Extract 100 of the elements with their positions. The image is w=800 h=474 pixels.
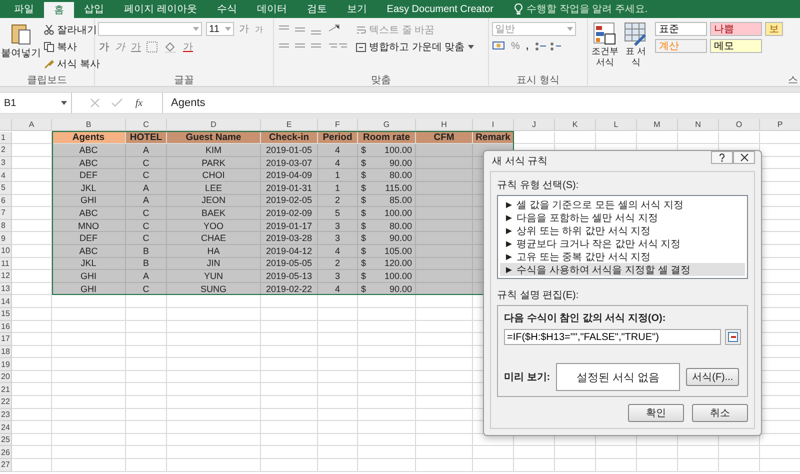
tell-me-field[interactable]: 수행할 작업을 알려 주세요. <box>522 0 680 18</box>
comma-button[interactable]: , <box>524 40 530 52</box>
empty-cell[interactable] <box>358 333 416 346</box>
empty-cell[interactable] <box>126 295 167 308</box>
empty-cell[interactable] <box>126 383 167 396</box>
empty-cell[interactable] <box>261 434 318 446</box>
empty-cell[interactable] <box>358 408 416 422</box>
format-painter-button[interactable]: 서식 복사 <box>42 56 102 72</box>
close-button[interactable] <box>733 151 755 164</box>
column-header[interactable]: F <box>318 119 358 131</box>
rule-type-item[interactable]: ► 다음을 포함하는 셀만 서식 지정 <box>500 211 745 224</box>
empty-cell[interactable] <box>167 346 261 358</box>
row-header[interactable]: 23 <box>0 408 12 422</box>
font-size-field[interactable]: 11 <box>206 22 234 36</box>
empty-cell[interactable] <box>52 396 126 409</box>
empty-cell[interactable] <box>261 346 318 358</box>
column-header[interactable]: O <box>719 119 760 131</box>
ok-button[interactable]: 확인 <box>628 404 684 422</box>
empty-cell[interactable] <box>637 446 678 460</box>
empty-cell[interactable] <box>52 320 126 334</box>
empty-cell[interactable] <box>416 358 473 371</box>
empty-cell[interactable] <box>416 434 473 446</box>
name-box[interactable]: B1 <box>0 93 72 113</box>
row-header[interactable]: 7 <box>0 207 12 220</box>
empty-cell[interactable] <box>678 132 719 144</box>
rule-type-item[interactable]: ► 수식을 사용하여 서식을 지정할 셀 결정 <box>500 263 745 276</box>
row-header[interactable]: 18 <box>0 346 12 358</box>
empty-cell[interactable] <box>358 396 416 409</box>
empty-cell[interactable] <box>126 446 167 460</box>
empty-cell[interactable] <box>126 346 167 358</box>
empty-cell[interactable] <box>261 459 318 472</box>
empty-cell[interactable] <box>514 446 555 460</box>
help-button[interactable] <box>711 151 733 164</box>
empty-cell[interactable] <box>167 421 261 434</box>
empty-cell[interactable] <box>318 434 358 446</box>
empty-cell[interactable] <box>637 132 678 144</box>
empty-cell[interactable] <box>416 383 473 396</box>
range-picker-button[interactable] <box>725 329 741 345</box>
empty-cell[interactable] <box>261 370 318 384</box>
empty-cell[interactable] <box>261 333 318 346</box>
column-header[interactable]: L <box>596 119 637 131</box>
empty-cell[interactable] <box>126 396 167 409</box>
column-header[interactable]: C <box>126 119 167 131</box>
empty-cell[interactable] <box>416 346 473 358</box>
empty-cell[interactable] <box>318 459 358 472</box>
empty-cell[interactable] <box>52 295 126 308</box>
row-header[interactable]: 25 <box>0 434 12 446</box>
empty-cell[interactable] <box>167 396 261 409</box>
ribbon-tab[interactable]: 보기 <box>336 0 377 18</box>
row-header[interactable]: 11 <box>0 258 12 270</box>
empty-cell[interactable] <box>596 132 637 144</box>
empty-cell[interactable] <box>126 370 167 384</box>
row-header[interactable]: 12 <box>0 270 12 283</box>
column-header[interactable]: G <box>358 119 416 131</box>
empty-cell[interactable] <box>167 370 261 384</box>
cut-button[interactable]: 잘라내기 <box>42 22 102 38</box>
empty-cell[interactable] <box>637 459 678 472</box>
cancel-button[interactable]: 취소 <box>692 404 748 422</box>
empty-cell[interactable] <box>52 459 126 472</box>
empty-cell[interactable] <box>126 408 167 422</box>
row-header[interactable]: 6 <box>0 194 12 208</box>
empty-cell[interactable] <box>261 408 318 422</box>
empty-cell[interactable] <box>318 408 358 422</box>
column-header[interactable]: P <box>760 119 800 131</box>
column-header[interactable]: J <box>514 119 555 131</box>
cell-style-item[interactable]: 메모 <box>710 39 762 53</box>
row-header[interactable]: 1 <box>0 132 12 144</box>
empty-cell[interactable] <box>358 383 416 396</box>
empty-cell[interactable] <box>261 308 318 320</box>
empty-cell[interactable] <box>416 408 473 422</box>
empty-cell[interactable] <box>318 320 358 334</box>
empty-cell[interactable] <box>358 320 416 334</box>
select-all-corner[interactable] <box>0 119 12 131</box>
column-header[interactable]: E <box>261 119 318 131</box>
empty-cell[interactable] <box>126 320 167 334</box>
empty-cell[interactable] <box>318 358 358 371</box>
empty-cell[interactable] <box>261 421 318 434</box>
rule-type-item[interactable]: ► 셀 값을 기준으로 모든 셀의 서식 지정 <box>500 198 745 211</box>
row-header[interactable]: 17 <box>0 333 12 346</box>
insert-function-button[interactable]: fx <box>133 98 145 108</box>
paste-button[interactable]: 붙여넣기 <box>3 22 39 60</box>
empty-cell[interactable] <box>719 446 760 460</box>
empty-cell[interactable] <box>318 421 358 434</box>
empty-cell[interactable] <box>52 370 126 384</box>
row-header[interactable]: 2 <box>0 144 12 157</box>
column-header[interactable]: A <box>12 119 52 131</box>
formula-input[interactable]: Agents <box>163 97 206 109</box>
row-header[interactable]: 20 <box>0 370 12 384</box>
empty-cell[interactable] <box>52 434 126 446</box>
row-header[interactable]: 9 <box>0 232 12 245</box>
empty-cell[interactable] <box>555 132 596 144</box>
empty-cell[interactable] <box>261 383 318 396</box>
cell-style-item[interactable]: 나쁨 <box>710 22 762 36</box>
empty-cell[interactable] <box>167 295 261 308</box>
format-button[interactable]: 서식(F)... <box>686 368 740 386</box>
empty-cell[interactable] <box>416 459 473 472</box>
row-header[interactable]: 22 <box>0 396 12 409</box>
empty-cell[interactable] <box>555 446 596 460</box>
merge-center-button[interactable]: 병합하고 가운데 맞춤 <box>354 39 476 55</box>
empty-cell[interactable] <box>358 295 416 308</box>
